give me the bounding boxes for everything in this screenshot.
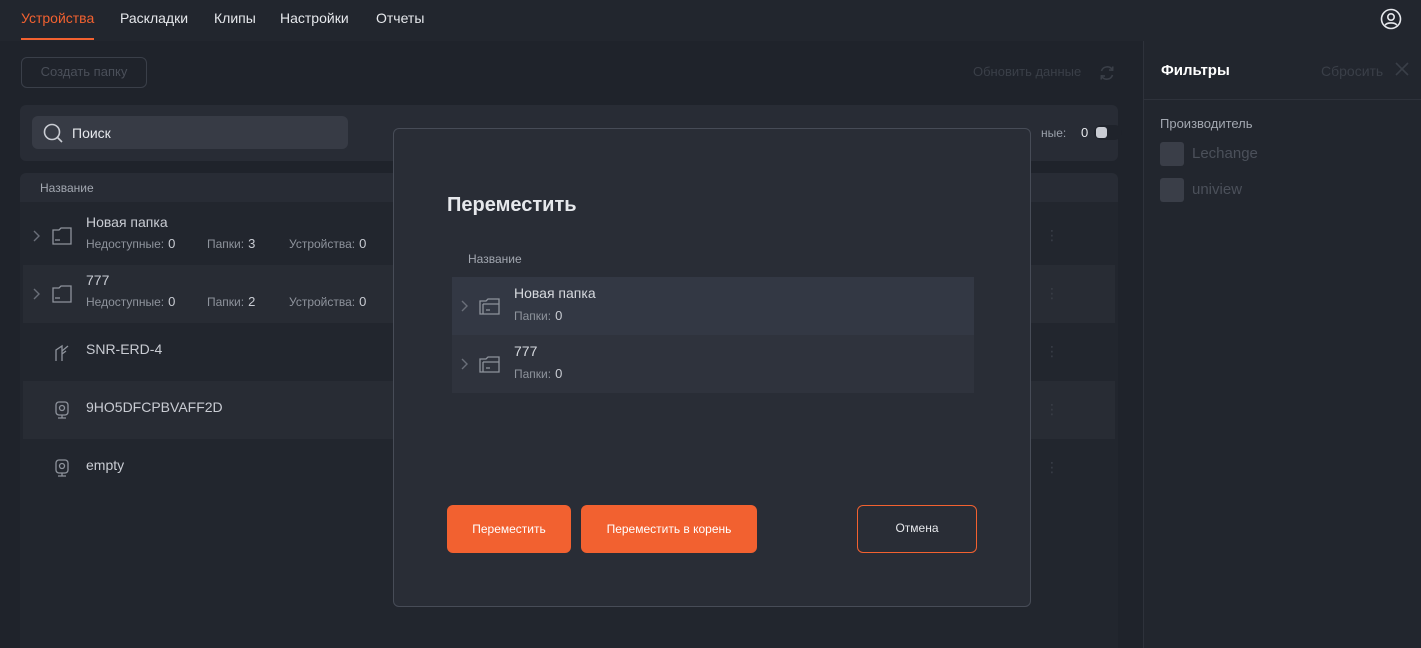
tab-clips[interactable]: Клипы: [214, 0, 256, 40]
dialog-folders-count: Папки: 0: [514, 366, 563, 381]
top-navigation: Устройства Раскладки Клипы Настройки Отч…: [0, 0, 1421, 41]
folder-open-icon: [479, 298, 500, 315]
user-circle-icon[interactable]: [1380, 8, 1402, 30]
chevron-right-icon[interactable]: [459, 299, 469, 313]
folder-open-icon: [479, 356, 500, 373]
dialog-folder-row[interactable]: 777 Папки: 0: [452, 335, 974, 393]
move-dialog: Переместить Название Новая папка Папки: 0…: [393, 128, 1031, 607]
tab-devices[interactable]: Устройства: [21, 0, 95, 40]
dialog-column-name: Название: [468, 252, 522, 266]
tab-settings[interactable]: Настройки: [280, 0, 349, 40]
move-to-root-button[interactable]: Переместить в корень: [581, 505, 757, 553]
dialog-title: Переместить: [447, 194, 577, 216]
dialog-row-title: Новая папка: [514, 285, 596, 301]
dialog-row-title: 777: [514, 343, 538, 359]
chevron-right-icon[interactable]: [459, 357, 469, 371]
move-button[interactable]: Переместить: [447, 505, 571, 553]
dialog-folders-count: Папки: 0: [514, 308, 563, 323]
dialog-folder-row[interactable]: Новая папка Папки: 0: [452, 277, 974, 335]
tab-reports[interactable]: Отчеты: [376, 0, 424, 40]
cancel-button[interactable]: Отмена: [857, 505, 977, 553]
tab-layouts[interactable]: Раскладки: [120, 0, 188, 40]
